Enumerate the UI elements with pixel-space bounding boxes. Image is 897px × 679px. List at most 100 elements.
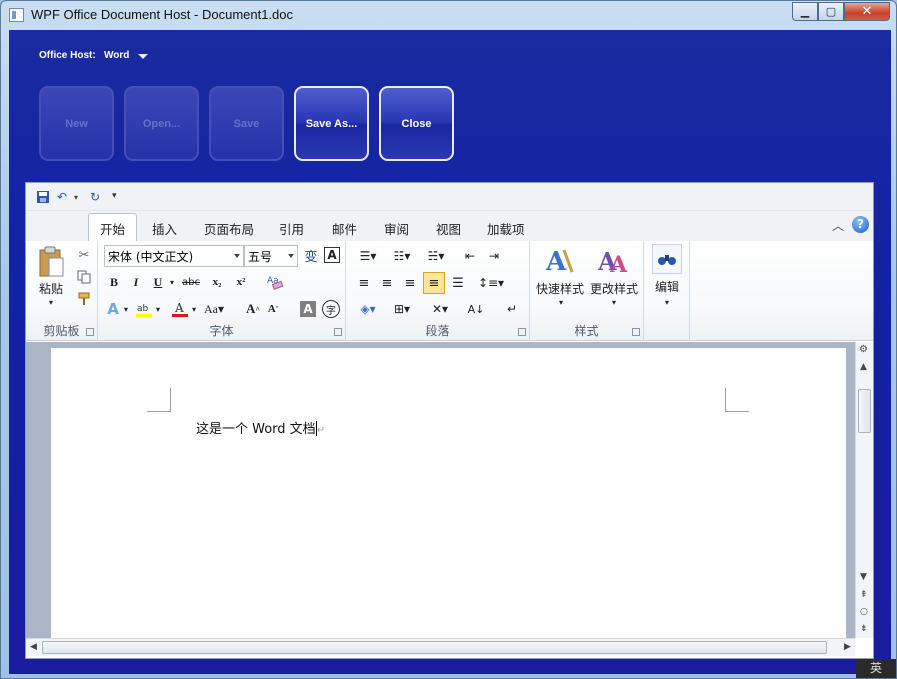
- document-page[interactable]: 这是一个 Word 文档↵: [51, 348, 846, 638]
- new-button[interactable]: New: [39, 86, 114, 161]
- font-color-dropdown-icon[interactable]: ▾: [190, 303, 198, 315]
- quick-styles-dropdown-icon[interactable]: ▾: [556, 297, 566, 307]
- save-as-button[interactable]: Save As...: [294, 86, 369, 161]
- document-body[interactable]: 这是一个 Word 文档↵: [196, 418, 325, 437]
- change-styles-icon[interactable]: AA: [598, 243, 630, 277]
- undo-icon[interactable]: ↶: [57, 190, 67, 204]
- undo-dropdown-icon[interactable]: ▾: [74, 193, 78, 202]
- font-launcher-icon[interactable]: [334, 328, 342, 336]
- tab-mailings[interactable]: 邮件: [322, 217, 367, 240]
- tab-page-layout[interactable]: 页面布局: [194, 217, 264, 240]
- change-styles-label[interactable]: 更改样式: [588, 281, 640, 296]
- redo-icon[interactable]: ↻: [90, 190, 100, 204]
- quick-styles-label[interactable]: 快速样式: [532, 281, 588, 296]
- enclose-characters-icon[interactable]: 字: [322, 300, 340, 318]
- paste-label[interactable]: 粘贴: [36, 281, 66, 296]
- previous-page-icon[interactable]: ⇞: [860, 590, 868, 600]
- character-border-icon[interactable]: A: [324, 247, 340, 263]
- format-painter-icon[interactable]: [76, 291, 92, 307]
- help-icon[interactable]: ?: [852, 216, 869, 233]
- horizontal-scroll-thumb[interactable]: [42, 641, 827, 654]
- highlight-dropdown-icon[interactable]: ▾: [154, 303, 162, 315]
- ruler-toggle-icon[interactable]: ⚙: [859, 344, 868, 355]
- scroll-left-icon[interactable]: ◀: [30, 642, 37, 652]
- bullets-icon[interactable]: ☰▾: [354, 247, 382, 265]
- highlight-icon[interactable]: ab: [134, 299, 154, 319]
- close-button[interactable]: Close: [379, 86, 454, 161]
- numbering-icon[interactable]: ☷▾: [388, 247, 416, 265]
- tab-references[interactable]: 引用: [269, 217, 314, 240]
- clear-formatting-icon[interactable]: Aa: [262, 272, 288, 292]
- scroll-up-icon[interactable]: ▲: [860, 362, 867, 372]
- save-icon[interactable]: [36, 190, 50, 207]
- decrease-indent-icon[interactable]: ⇤: [460, 247, 480, 265]
- font-size-combo[interactable]: 五号: [244, 245, 298, 267]
- chevron-down-icon[interactable]: [234, 254, 240, 258]
- chevron-down-icon[interactable]: [288, 254, 294, 258]
- editing-dropdown-icon[interactable]: ▾: [662, 297, 672, 307]
- increase-indent-icon[interactable]: ⇥: [484, 247, 504, 265]
- paste-dropdown-icon[interactable]: ▾: [46, 297, 56, 307]
- text-effects-icon[interactable]: A: [104, 299, 122, 319]
- tab-home[interactable]: 开始: [88, 213, 138, 242]
- open-button[interactable]: Open...: [124, 86, 199, 161]
- vertical-scrollbar[interactable]: ⚙ ▲ ▼ ⇞ ○ ⇟: [855, 342, 873, 638]
- shrink-font-icon[interactable]: Aˇ: [264, 299, 282, 319]
- justify-icon[interactable]: ≡: [423, 272, 445, 294]
- select-browse-object-icon[interactable]: ○: [860, 607, 868, 617]
- tab-add-ins[interactable]: 加载项: [477, 217, 535, 240]
- ime-indicator[interactable]: 英: [856, 659, 896, 678]
- strikethrough-icon[interactable]: abc: [180, 273, 202, 291]
- underline-dropdown-icon[interactable]: ▾: [168, 275, 176, 289]
- scroll-right-icon[interactable]: ▶: [844, 642, 851, 652]
- tab-view[interactable]: 视图: [426, 217, 471, 240]
- next-page-icon[interactable]: ⇟: [860, 624, 868, 634]
- sort-icon[interactable]: A↓: [466, 299, 486, 319]
- italic-icon[interactable]: I: [128, 273, 144, 291]
- show-marks-icon[interactable]: ↵: [502, 299, 522, 319]
- minimize-button[interactable]: ▁: [792, 2, 818, 21]
- minimize-ribbon-icon[interactable]: ︿: [832, 217, 844, 234]
- cut-icon[interactable]: ✂: [76, 247, 92, 263]
- change-styles-dropdown-icon[interactable]: ▾: [609, 297, 619, 307]
- vertical-scroll-thumb[interactable]: [858, 389, 871, 433]
- maximize-button[interactable]: ▢: [818, 2, 844, 21]
- text-effects-dropdown-icon[interactable]: ▾: [122, 303, 130, 315]
- save-button[interactable]: Save: [209, 86, 284, 161]
- customize-toolbar-icon[interactable]: ▾: [112, 191, 117, 201]
- underline-icon[interactable]: U: [150, 273, 166, 291]
- phonetic-guide-icon[interactable]: 变: [302, 245, 320, 265]
- align-center-icon[interactable]: ≡: [377, 273, 397, 293]
- chinese-layout-icon[interactable]: ✕▾: [426, 299, 454, 319]
- shading-icon[interactable]: ◈▾: [354, 299, 382, 319]
- multilevel-list-icon[interactable]: ☵▾: [422, 247, 450, 265]
- change-case-icon[interactable]: Aa▾: [202, 299, 226, 319]
- close-window-button[interactable]: ✕: [844, 2, 890, 21]
- distributed-icon[interactable]: ☰: [448, 273, 468, 293]
- tab-review[interactable]: 审阅: [374, 217, 419, 240]
- quick-styles-icon[interactable]: A: [544, 243, 574, 277]
- font-color-icon[interactable]: A: [170, 299, 190, 319]
- font-name-combo[interactable]: 宋体 (中文正文): [104, 245, 244, 267]
- paste-icon[interactable]: [36, 245, 66, 279]
- styles-launcher-icon[interactable]: [632, 328, 640, 336]
- subscript-icon[interactable]: x₂: [208, 273, 226, 291]
- copy-icon[interactable]: [76, 269, 92, 285]
- character-shading-icon[interactable]: A: [300, 301, 316, 317]
- grow-font-icon[interactable]: A ^: [244, 299, 262, 319]
- find-icon[interactable]: [652, 244, 682, 274]
- editing-label[interactable]: 编辑: [648, 279, 686, 294]
- align-right-icon[interactable]: ≡: [400, 273, 420, 293]
- tab-insert[interactable]: 插入: [142, 217, 187, 240]
- bold-icon[interactable]: B: [106, 273, 122, 291]
- superscript-icon[interactable]: x²: [232, 273, 250, 291]
- horizontal-scrollbar[interactable]: ◀ ▶: [26, 638, 855, 656]
- clipboard-launcher-icon[interactable]: [86, 328, 94, 336]
- line-spacing-icon[interactable]: ↕≡▾: [478, 273, 504, 293]
- chevron-down-icon[interactable]: [138, 54, 148, 59]
- paragraph-launcher-icon[interactable]: [518, 328, 526, 336]
- title-bar[interactable]: WPF Office Document Host - Document1.doc…: [1, 1, 897, 29]
- scroll-down-icon[interactable]: ▼: [860, 572, 867, 582]
- align-left-icon[interactable]: ≡: [354, 273, 374, 293]
- host-selector[interactable]: Word: [104, 50, 129, 61]
